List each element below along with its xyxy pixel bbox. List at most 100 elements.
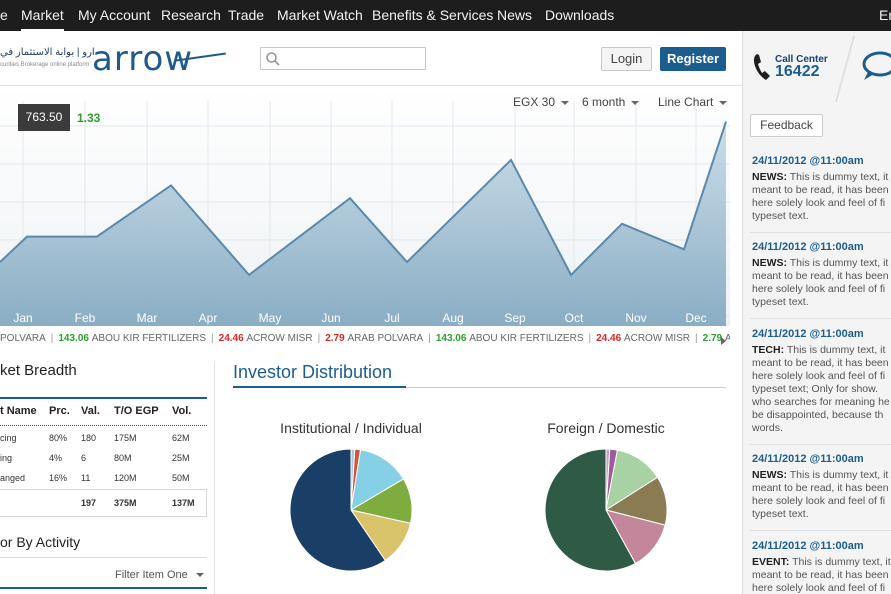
mb-cell-to: 80M xyxy=(114,453,132,463)
news-tag: NEWS: xyxy=(752,469,787,481)
pie-chart-foreign-domestic[interactable] xyxy=(541,445,671,575)
table-totals-row: 197 375M 137M xyxy=(0,489,207,517)
call-center-number[interactable]: 16422 xyxy=(775,63,820,81)
nav-item-truncated[interactable]: e xyxy=(0,0,8,31)
mb-header-vol: Vol. xyxy=(172,405,192,417)
logo-arabic-text: ارو | بوابة الاستثمار في xyxy=(0,47,95,58)
index-select[interactable]: EGX 30 xyxy=(513,95,570,111)
mb-header-prc: Prc. xyxy=(49,405,70,417)
top-navigation: e Market My Account Research Trade Marke… xyxy=(0,0,891,31)
news-text: This is dummy text, it meant to be read,… xyxy=(752,344,890,434)
logo-tagline: curities Brokerage online platform xyxy=(0,62,90,68)
news-item[interactable]: 24/11/2012 @11:00am NEWS: This is dummy … xyxy=(752,241,891,315)
mb-cell-val: 180 xyxy=(81,433,97,443)
x-tick-label: Mar xyxy=(136,311,158,325)
chevron-down-icon xyxy=(631,100,640,105)
pie-chart-institutional-individual[interactable] xyxy=(286,445,416,575)
divider xyxy=(0,557,207,558)
mb-cell-prc: 16% xyxy=(49,473,68,483)
price-change: 1.33 xyxy=(77,111,101,125)
slash-divider xyxy=(835,35,855,103)
ticker-item[interactable]: POLVARA xyxy=(0,333,46,344)
ticker-item[interactable]: 143.06 ABOU KIR FERTILIZERS xyxy=(436,333,584,344)
mb-total-to: 375M xyxy=(114,498,137,508)
period-select[interactable]: 6 month xyxy=(582,95,640,111)
chevron-down-icon xyxy=(719,100,728,105)
news-tag: NEWS: xyxy=(752,171,787,183)
ticker-separator: | xyxy=(317,333,321,344)
x-tick-label: Apr xyxy=(198,311,218,325)
feedback-button[interactable]: Feedback xyxy=(750,114,823,137)
ticker-name: ABOU KIR FERTILIZERS xyxy=(91,333,207,344)
ticker-name: ACROW MISR xyxy=(623,333,691,344)
ticker-item[interactable]: 24.46 ACROW MISR xyxy=(596,333,690,344)
login-button[interactable]: Login xyxy=(601,47,652,71)
chart-type-select[interactable]: Line Chart xyxy=(658,95,728,111)
chat-bubble-icon[interactable] xyxy=(860,50,891,82)
ticker-next-icon[interactable] xyxy=(721,337,726,345)
activity-filter-select[interactable]: Filter Item One xyxy=(115,569,204,581)
nav-item-research[interactable]: Research xyxy=(161,0,221,31)
ticker-value: 24.46 xyxy=(596,333,624,344)
divider xyxy=(750,530,891,531)
search-icon xyxy=(266,52,280,66)
mb-header-rule xyxy=(0,425,207,426)
mb-cell-vol: 50M xyxy=(172,473,190,483)
nav-item-trade[interactable]: Trade xyxy=(228,0,264,31)
mb-cell-name: ing xyxy=(0,453,13,463)
index-line-chart[interactable] xyxy=(0,86,742,326)
section-rule-accent xyxy=(233,386,406,388)
investor-distribution-title: Investor Distribution xyxy=(233,362,393,382)
ticker-value: 143.06 xyxy=(58,333,92,344)
news-item[interactable]: 24/11/2012 @11:00am TECH: This is dummy … xyxy=(752,328,891,441)
current-price: 763.50 xyxy=(18,104,70,131)
index-select-value: EGX 30 xyxy=(513,95,556,109)
mb-total-vol: 137M xyxy=(172,498,195,508)
ticker-name: ARAB POLVARA xyxy=(347,333,424,344)
nav-item-market[interactable]: Market xyxy=(21,0,64,31)
activity-filter-value: Filter Item One xyxy=(115,569,188,581)
ticker-item[interactable]: 2.79 ARAB POLVARA xyxy=(325,333,423,344)
nav-item-benefits-services[interactable]: Benefits & Services xyxy=(372,0,493,31)
register-button[interactable]: Register xyxy=(660,47,726,71)
x-tick-label: Sep xyxy=(504,311,526,325)
ticker-item[interactable]: 143.06 ABOU KIR FERTILIZERS xyxy=(58,333,206,344)
news-tag: NEWS: xyxy=(752,257,787,269)
news-item[interactable]: 24/11/2012 @11:00am EVENT: This is dummy… xyxy=(752,540,891,594)
mb-cell-vol: 25M xyxy=(172,453,190,463)
stock-ticker: POLVARA | 143.06 ABOU KIR FERTILIZERS | 24.4… xyxy=(0,333,730,349)
mb-total-val: 197 xyxy=(81,498,97,508)
mb-cell-val: 11 xyxy=(81,473,91,483)
x-tick-label: Dec xyxy=(685,311,707,325)
search-input[interactable] xyxy=(260,47,426,70)
phone-icon xyxy=(753,54,770,80)
mb-cell-to: 175M xyxy=(114,433,137,443)
nav-item-news[interactable]: News xyxy=(497,0,532,31)
news-item[interactable]: 24/11/2012 @11:00am NEWS: This is dummy … xyxy=(752,155,891,229)
activity-filter-rule xyxy=(0,587,207,589)
mb-header-name: t Name xyxy=(0,405,37,417)
mb-cell-name: cing xyxy=(0,433,17,443)
nav-item-my-account[interactable]: My Account xyxy=(78,0,150,31)
ticker-separator: | xyxy=(695,333,698,344)
news-tag: TECH: xyxy=(752,344,785,356)
market-breadth-title: ket Breadth xyxy=(0,362,77,379)
mb-header-to: T/O EGP xyxy=(114,405,159,417)
ticker-item[interactable]: 24.46 ACROW MISR xyxy=(219,333,313,344)
ticker-separator: | xyxy=(50,333,54,344)
period-select-value: 6 month xyxy=(582,95,626,109)
nav-item-market-watch[interactable]: Market Watch xyxy=(277,0,363,31)
ticker-name: POLVARA xyxy=(0,333,46,344)
pie-title-institutional: Institutional / Individual xyxy=(280,420,422,436)
divider xyxy=(750,232,891,233)
x-tick-label: May xyxy=(258,311,282,325)
news-tag: EVENT: xyxy=(752,556,790,568)
investor-by-activity-title: or By Activity xyxy=(0,534,81,550)
ticker-separator: | xyxy=(211,333,214,344)
mb-cell-prc: 80% xyxy=(49,433,68,443)
x-tick-label: Oct xyxy=(564,311,584,325)
news-item[interactable]: 24/11/2012 @11:00am NEWS: This is dummy … xyxy=(752,453,891,527)
news-date: 24/11/2012 @11:00am xyxy=(752,155,864,167)
nav-item-downloads[interactable]: Downloads xyxy=(545,0,614,31)
nav-item-language[interactable]: En xyxy=(879,0,891,31)
